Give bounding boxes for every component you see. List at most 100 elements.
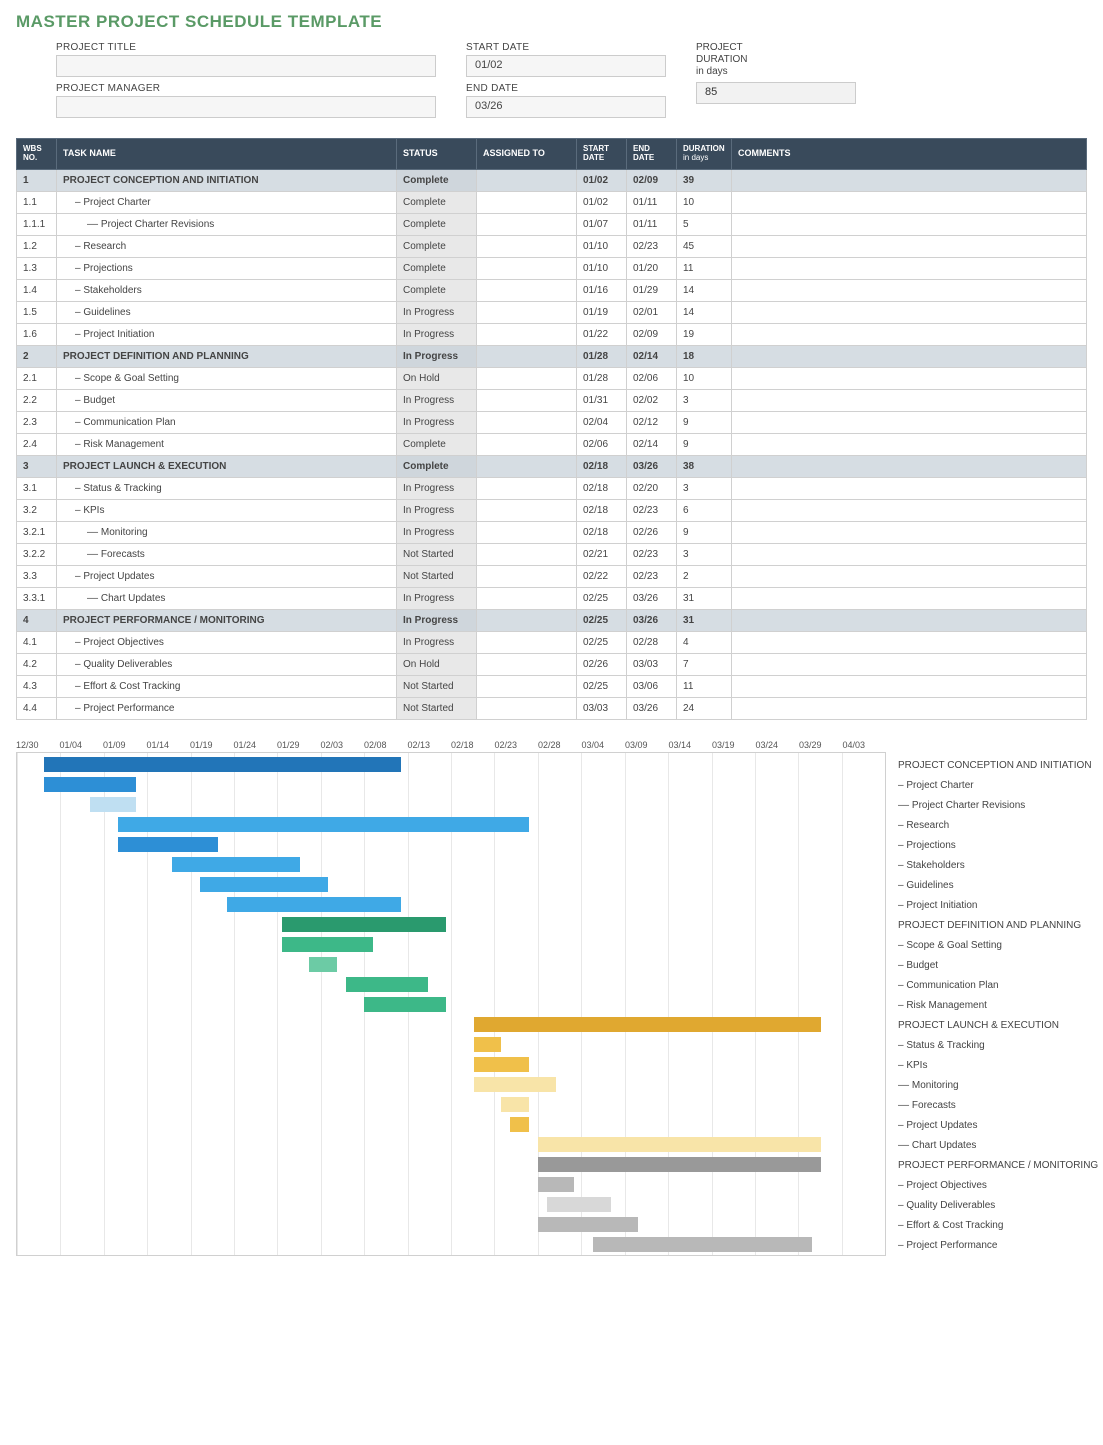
cell-assigned[interactable]: [477, 323, 577, 345]
cell-status[interactable]: In Progress: [397, 345, 477, 367]
project-manager-input[interactable]: [56, 96, 436, 118]
cell-end[interactable]: 02/09: [627, 323, 677, 345]
cell-comments[interactable]: [732, 609, 1087, 631]
cell-end[interactable]: 02/09: [627, 169, 677, 191]
cell-status[interactable]: Not Started: [397, 543, 477, 565]
gantt-bar[interactable]: [547, 1197, 611, 1212]
gantt-bar[interactable]: [474, 1017, 821, 1032]
cell-comments[interactable]: [732, 257, 1087, 279]
cell-status[interactable]: In Progress: [397, 631, 477, 653]
cell-start[interactable]: 01/02: [577, 191, 627, 213]
cell-start[interactable]: 02/18: [577, 499, 627, 521]
cell-assigned[interactable]: [477, 279, 577, 301]
cell-end[interactable]: 03/06: [627, 675, 677, 697]
table-row[interactable]: 1.1– Project CharterComplete01/0201/1110: [17, 191, 1087, 213]
table-row[interactable]: 4.1– Project ObjectivesIn Progress02/250…: [17, 631, 1087, 653]
cell-start[interactable]: 01/19: [577, 301, 627, 323]
cell-start[interactable]: 02/18: [577, 521, 627, 543]
cell-comments[interactable]: [732, 323, 1087, 345]
cell-assigned[interactable]: [477, 433, 577, 455]
cell-assigned[interactable]: [477, 367, 577, 389]
cell-comments[interactable]: [732, 301, 1087, 323]
cell-assigned[interactable]: [477, 697, 577, 719]
cell-comments[interactable]: [732, 411, 1087, 433]
gantt-bar[interactable]: [474, 1057, 529, 1072]
cell-end[interactable]: 02/14: [627, 433, 677, 455]
table-row[interactable]: 4.3– Effort & Cost TrackingNot Started02…: [17, 675, 1087, 697]
cell-status[interactable]: In Progress: [397, 587, 477, 609]
cell-start[interactable]: 01/28: [577, 345, 627, 367]
table-row[interactable]: 3.1– Status & TrackingIn Progress02/1802…: [17, 477, 1087, 499]
cell-end[interactable]: 02/06: [627, 367, 677, 389]
table-row[interactable]: 4.4– Project PerformanceNot Started03/03…: [17, 697, 1087, 719]
cell-end[interactable]: 03/26: [627, 587, 677, 609]
table-row[interactable]: 3.3.1–– Chart UpdatesIn Progress02/2503/…: [17, 587, 1087, 609]
gantt-bar[interactable]: [44, 757, 400, 772]
project-title-input[interactable]: [56, 55, 436, 77]
cell-start[interactable]: 01/02: [577, 169, 627, 191]
cell-end[interactable]: 01/11: [627, 191, 677, 213]
cell-end[interactable]: 02/23: [627, 499, 677, 521]
cell-start[interactable]: 01/22: [577, 323, 627, 345]
cell-end[interactable]: 03/03: [627, 653, 677, 675]
cell-status[interactable]: Complete: [397, 169, 477, 191]
cell-assigned[interactable]: [477, 521, 577, 543]
table-row[interactable]: 3.2.2–– ForecastsNot Started02/2102/233: [17, 543, 1087, 565]
cell-assigned[interactable]: [477, 389, 577, 411]
cell-comments[interactable]: [732, 543, 1087, 565]
cell-status[interactable]: Not Started: [397, 565, 477, 587]
cell-start[interactable]: 01/16: [577, 279, 627, 301]
cell-status[interactable]: In Progress: [397, 411, 477, 433]
cell-assigned[interactable]: [477, 565, 577, 587]
cell-comments[interactable]: [732, 455, 1087, 477]
table-row[interactable]: 3PROJECT LAUNCH & EXECUTIONComplete02/18…: [17, 455, 1087, 477]
cell-end[interactable]: 01/11: [627, 213, 677, 235]
cell-start[interactable]: 02/04: [577, 411, 627, 433]
cell-status[interactable]: Complete: [397, 191, 477, 213]
gantt-bar[interactable]: [538, 1177, 575, 1192]
cell-start[interactable]: 02/25: [577, 609, 627, 631]
cell-status[interactable]: In Progress: [397, 521, 477, 543]
gantt-bar[interactable]: [501, 1097, 528, 1112]
cell-comments[interactable]: [732, 191, 1087, 213]
cell-status[interactable]: In Progress: [397, 301, 477, 323]
cell-status[interactable]: Complete: [397, 433, 477, 455]
table-row[interactable]: 2PROJECT DEFINITION AND PLANNINGIn Progr…: [17, 345, 1087, 367]
cell-end[interactable]: 03/26: [627, 609, 677, 631]
table-row[interactable]: 1.5– GuidelinesIn Progress01/1902/0114: [17, 301, 1087, 323]
cell-end[interactable]: 03/26: [627, 455, 677, 477]
gantt-bar[interactable]: [538, 1217, 639, 1232]
cell-assigned[interactable]: [477, 477, 577, 499]
gantt-bar[interactable]: [44, 777, 135, 792]
cell-end[interactable]: 02/28: [627, 631, 677, 653]
cell-comments[interactable]: [732, 521, 1087, 543]
cell-comments[interactable]: [732, 389, 1087, 411]
gantt-bar[interactable]: [282, 937, 373, 952]
cell-end[interactable]: 01/20: [627, 257, 677, 279]
cell-status[interactable]: In Progress: [397, 499, 477, 521]
gantt-bar[interactable]: [510, 1117, 528, 1132]
cell-status[interactable]: Complete: [397, 455, 477, 477]
cell-assigned[interactable]: [477, 587, 577, 609]
cell-assigned[interactable]: [477, 301, 577, 323]
cell-start[interactable]: 02/25: [577, 675, 627, 697]
start-date-input[interactable]: 01/02: [466, 55, 666, 77]
cell-assigned[interactable]: [477, 257, 577, 279]
cell-end[interactable]: 02/23: [627, 543, 677, 565]
gantt-bar[interactable]: [474, 1037, 501, 1052]
table-row[interactable]: 2.3– Communication PlanIn Progress02/040…: [17, 411, 1087, 433]
table-row[interactable]: 1.4– StakeholdersComplete01/1601/2914: [17, 279, 1087, 301]
cell-assigned[interactable]: [477, 543, 577, 565]
cell-end[interactable]: 02/12: [627, 411, 677, 433]
cell-assigned[interactable]: [477, 499, 577, 521]
cell-comments[interactable]: [732, 279, 1087, 301]
cell-end[interactable]: 01/29: [627, 279, 677, 301]
cell-assigned[interactable]: [477, 653, 577, 675]
gantt-bar[interactable]: [474, 1077, 556, 1092]
table-row[interactable]: 2.4– Risk ManagementComplete02/0602/149: [17, 433, 1087, 455]
cell-start[interactable]: 03/03: [577, 697, 627, 719]
cell-start[interactable]: 01/10: [577, 257, 627, 279]
gantt-bar[interactable]: [538, 1157, 821, 1172]
table-row[interactable]: 3.2.1–– MonitoringIn Progress02/1802/269: [17, 521, 1087, 543]
table-row[interactable]: 1PROJECT CONCEPTION AND INITIATIONComple…: [17, 169, 1087, 191]
